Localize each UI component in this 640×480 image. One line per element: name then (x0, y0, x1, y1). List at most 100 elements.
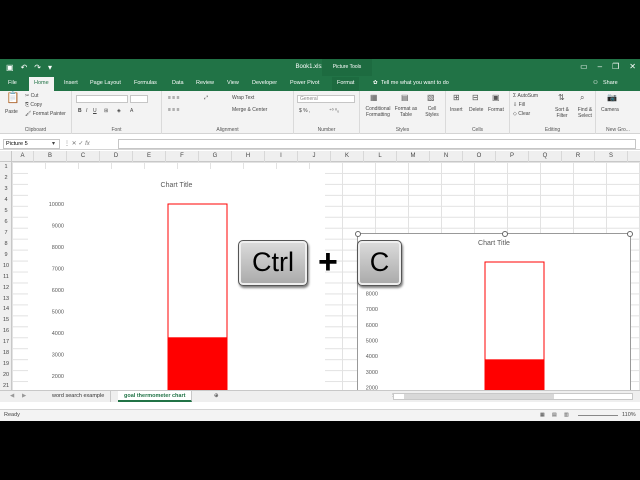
bold-button[interactable]: B (78, 108, 82, 114)
delete-button[interactable]: Delete (469, 107, 483, 113)
page-break-icon[interactable]: ▥ (564, 412, 569, 418)
column-header[interactable]: F (166, 151, 199, 162)
column-header[interactable]: E (133, 151, 166, 162)
decimal-icon[interactable]: ⁺⁰ ⁰₀ (329, 108, 339, 114)
insert-cells-icon[interactable]: ⊞ (453, 94, 460, 102)
cut-button[interactable]: ✂ Cut (25, 93, 38, 99)
currency-icon[interactable]: $ % , (299, 108, 310, 114)
cell-styles-icon[interactable]: ▧ (427, 94, 435, 102)
number-format-box[interactable]: General (297, 95, 355, 103)
horizontal-scrollbar[interactable] (393, 393, 633, 400)
row-header[interactable]: 2 (0, 175, 12, 181)
column-header[interactable]: K (331, 151, 364, 162)
fill-color-icon[interactable]: ◈ (117, 108, 121, 114)
row-header[interactable]: 7 (0, 230, 12, 236)
italic-button[interactable]: I (86, 108, 87, 114)
row-header[interactable]: 20 (0, 372, 12, 378)
camera-icon[interactable]: 📷 (607, 94, 617, 102)
column-header[interactable]: D (100, 151, 133, 162)
autosum-button[interactable]: Σ AutoSum (513, 93, 538, 99)
find-icon[interactable]: ⌕ (580, 94, 584, 102)
row-header[interactable]: 13 (0, 296, 12, 302)
camera-button[interactable]: Camera (601, 107, 619, 113)
row-header[interactable]: 5 (0, 208, 12, 214)
align-top-icon[interactable]: ≡ ≡ ≡ (168, 95, 180, 101)
row-header[interactable]: 9 (0, 252, 12, 258)
tab-power-pivot[interactable]: Power Pivot (290, 79, 319, 88)
borders-icon[interactable]: ⊞ (104, 108, 108, 114)
tab-developer[interactable]: Developer (252, 79, 277, 88)
tab-view[interactable]: View (227, 79, 239, 88)
tab-file[interactable]: File (8, 79, 17, 88)
row-header[interactable]: 19 (0, 361, 12, 367)
add-sheet-icon[interactable]: ⊕ (208, 391, 225, 402)
row-header[interactable]: 10 (0, 263, 12, 269)
sheet-tab-goal-thermometer[interactable]: goal thermometer chart (118, 391, 193, 402)
scrollbar-thumb[interactable] (404, 394, 554, 399)
row-header[interactable]: 15 (0, 317, 12, 323)
format-as-table-button[interactable]: Format as Table (394, 106, 418, 118)
tab-formulas[interactable]: Formulas (134, 79, 157, 88)
tab-home[interactable]: Home (29, 77, 54, 91)
font-size-box[interactable] (130, 95, 148, 103)
close-button[interactable]: ✕ (629, 62, 636, 71)
tab-data[interactable]: Data (172, 79, 184, 88)
align-left-icon[interactable]: ≡ ≡ ≡ (168, 107, 180, 113)
wrap-text-button[interactable]: Wrap Text (232, 95, 254, 101)
column-header[interactable]: R (562, 151, 595, 162)
sort-filter-icon[interactable]: ⇅ (558, 94, 565, 102)
share-button[interactable]: Share (603, 79, 618, 88)
row-header[interactable]: 16 (0, 328, 12, 334)
row-header[interactable]: 1 (0, 164, 12, 170)
format-cells-icon[interactable]: ▣ (492, 94, 500, 102)
row-header[interactable]: 4 (0, 197, 12, 203)
tab-review[interactable]: Review (196, 79, 214, 88)
tab-page-layout[interactable]: Page Layout (90, 79, 121, 88)
column-header[interactable]: N (430, 151, 463, 162)
paste-button[interactable]: Paste (5, 109, 18, 115)
column-header[interactable]: O (463, 151, 496, 162)
paste-icon[interactable]: 📋 (6, 93, 20, 104)
normal-view-icon[interactable]: ▦ (540, 412, 545, 418)
format-button[interactable]: Format (488, 107, 504, 113)
formula-input[interactable] (118, 139, 636, 149)
row-header[interactable]: 6 (0, 219, 12, 225)
fx-label[interactable]: ⋮ ✕ ✓ fx (64, 140, 90, 147)
conditional-formatting-button[interactable]: Conditional Formatting (362, 106, 394, 118)
tell-me-box[interactable]: Tell me what you want to do (381, 79, 449, 88)
resize-handle[interactable] (355, 231, 361, 237)
fill-button[interactable]: ⇩ Fill (513, 102, 525, 108)
sort-filter-button[interactable]: Sort & Filter (552, 107, 572, 119)
format-table-icon[interactable]: ▤ (401, 94, 409, 102)
column-header[interactable]: L (364, 151, 397, 162)
column-header[interactable]: C (67, 151, 100, 162)
find-select-button[interactable]: Find & Select (574, 107, 596, 119)
zoom-slider[interactable] (578, 415, 618, 416)
orientation-icon[interactable]: ⤢ (204, 95, 208, 101)
row-header[interactable]: 12 (0, 285, 12, 291)
column-header[interactable]: I (265, 151, 298, 162)
clear-button[interactable]: ◇ Clear (513, 111, 530, 117)
conditional-formatting-icon[interactable]: ▦ (370, 94, 378, 102)
column-header[interactable]: J (298, 151, 331, 162)
column-header[interactable]: A (12, 151, 34, 162)
row-header[interactable]: 8 (0, 241, 12, 247)
minimize-button[interactable]: – (598, 62, 602, 71)
column-header[interactable]: B (34, 151, 67, 162)
column-header[interactable]: H (232, 151, 265, 162)
column-header[interactable]: M (397, 151, 430, 162)
column-header[interactable]: G (199, 151, 232, 162)
restore-button[interactable]: ❐ (612, 62, 619, 71)
column-header[interactable]: S (595, 151, 628, 162)
tab-insert[interactable]: Insert (64, 79, 78, 88)
sheet-nav-next-icon[interactable]: ▶ (16, 391, 32, 402)
cell-styles-button[interactable]: Cell Styles (421, 106, 443, 118)
delete-cells-icon[interactable]: ⊟ (472, 94, 479, 102)
ribbon-display-icon[interactable]: ▭ (580, 62, 588, 71)
merge-center-button[interactable]: Merge & Center (232, 107, 267, 113)
row-header[interactable]: 14 (0, 306, 12, 312)
row-header[interactable]: 21 (0, 383, 12, 389)
row-header[interactable]: 11 (0, 274, 12, 280)
column-header[interactable]: Q (529, 151, 562, 162)
sheet-tab-word-search[interactable]: word search example (46, 391, 112, 402)
